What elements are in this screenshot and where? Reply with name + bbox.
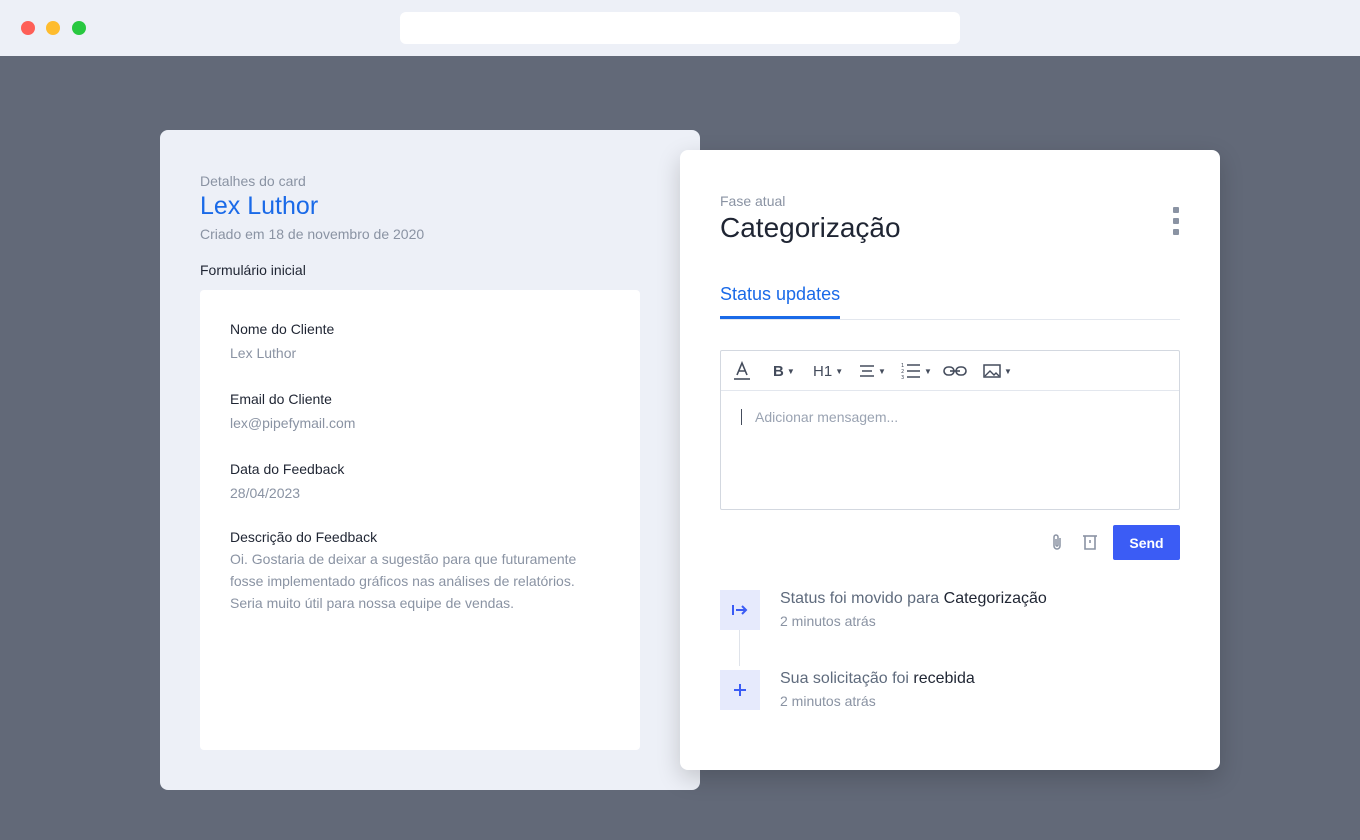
card-title: Lex Luthor [200,192,319,220]
chevron-down-icon: ▼ [786,366,795,376]
address-bar[interactable] [400,12,960,44]
field-feedback-description: Descrição do Feedback Oi. Gostaria de de… [230,528,620,614]
chevron-down-icon: ▼ [878,366,886,376]
message-input[interactable]: Adicionar mensagem... [741,409,898,425]
current-phase-panel: Fase atual Categorização Status updates … [680,150,1220,770]
timeline-prefix: Sua solicitação foi [780,670,914,687]
field-label: Nome do Cliente [230,321,335,337]
description-line: Oi. Gostaria de deixar a sugestão para q… [230,551,577,567]
timeline-connector [739,630,740,666]
close-window-button[interactable] [21,21,35,35]
bold-button[interactable]: B ▼ [773,360,795,382]
text-color-icon[interactable] [733,360,751,382]
move-arrow-icon [720,590,760,630]
field-label: Email do Cliente [230,391,332,407]
phase-title: Categorização [720,212,901,243]
timeline-event-text: Status foi movido para Categorização [780,590,1047,608]
bold-icon: B [773,362,784,380]
timeline-highlight: Categorização [943,590,1047,607]
image-button[interactable]: ▼ [983,360,1012,382]
field-label: Data do Feedback [230,461,345,477]
message-editor: B ▼ H1 ▼ ▼ 1 2 3 ▼ ▼ Adicionar mensagem... [720,350,1180,510]
minimize-window-button[interactable] [46,21,60,35]
phase-kicker: Fase atual [720,193,786,209]
numbered-list-icon: 123 [901,363,920,380]
send-button[interactable]: Send [1113,525,1180,560]
field-feedback-date: Data do Feedback 28/04/2023 [230,460,620,504]
description-line: fosse implementado gráficos nas análises… [230,573,575,589]
timeline-timestamp: 2 minutos atrás [780,613,876,629]
field-value: 28/04/2023 [230,485,301,501]
field-value: Lex Luthor [230,345,297,361]
field-label: Descrição do Feedback [230,529,378,545]
align-icon [860,365,874,377]
svg-text:3: 3 [901,375,904,380]
chevron-down-icon: ▼ [835,366,844,376]
numbered-list-button[interactable]: 1 2 3 ▼ [901,360,932,382]
link-button[interactable] [943,360,967,382]
field-client-name: Nome do Cliente Lex Luthor [230,320,620,364]
timeline-prefix: Status foi movido para [780,590,944,607]
link-icon [943,366,967,376]
heading-icon: H1 [813,362,833,380]
description-line: Seria muito útil para nossa equipe de ve… [230,595,515,611]
trash-icon[interactable] [1080,532,1100,552]
card-details-panel: Detalhes do card Lex Luthor Criado em 18… [160,130,700,790]
initial-form-card: Nome do Cliente Lex Luthor Email do Clie… [200,290,640,750]
timeline-highlight: recebida [913,670,975,687]
image-icon [983,364,1001,378]
field-value: Oi. Gostaria de deixar a sugestão para q… [230,548,620,614]
heading-button[interactable]: H1 ▼ [813,360,843,382]
attachment-icon[interactable] [1047,532,1067,552]
field-client-email: Email do Cliente lex@pipefymail.com [230,390,620,434]
more-options-icon[interactable] [1170,207,1182,235]
chevron-down-icon: ▼ [924,366,932,376]
card-details-kicker: Detalhes do card [200,173,306,189]
text-cursor [741,409,742,425]
card-created-date: Criado em 18 de novembro de 2020 [200,226,425,242]
form-section-title: Formulário inicial [200,262,306,278]
plus-icon [720,670,760,710]
message-placeholder: Adicionar mensagem... [755,409,899,425]
editor-toolbar: B ▼ H1 ▼ ▼ 1 2 3 ▼ ▼ [721,351,1179,391]
field-value: lex@pipefymail.com [230,415,356,431]
tab-status-updates[interactable]: Status updates [720,284,841,319]
timeline-event-text: Sua solicitação foi recebida [780,670,975,688]
browser-chrome [0,0,1360,56]
maximize-window-button[interactable] [72,21,86,35]
align-button[interactable]: ▼ [859,360,886,382]
timeline-timestamp: 2 minutos atrás [780,693,876,709]
tab-bar: Status updates [720,280,1180,320]
chevron-down-icon: ▼ [1004,366,1012,376]
